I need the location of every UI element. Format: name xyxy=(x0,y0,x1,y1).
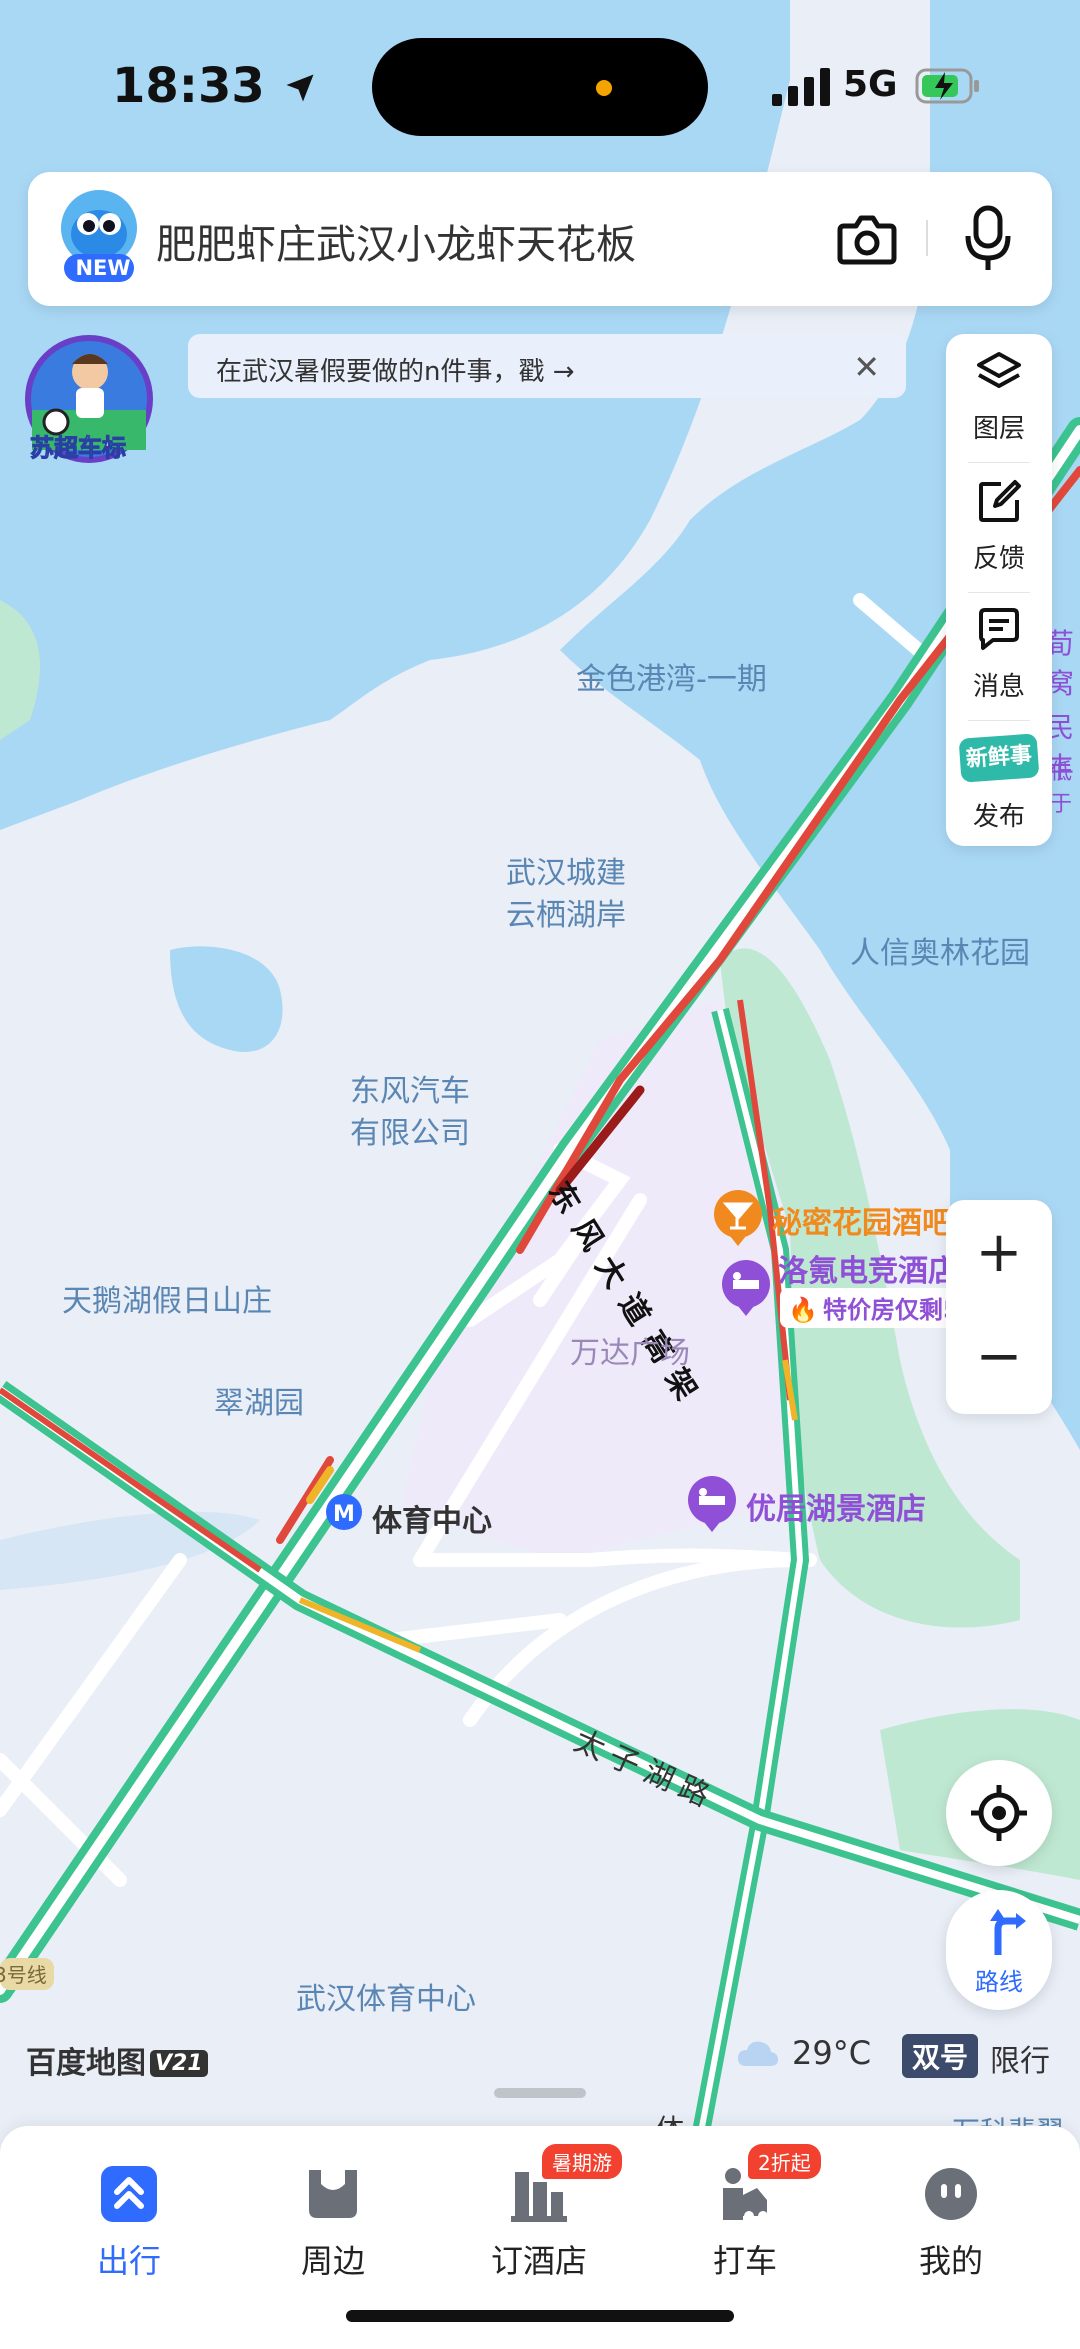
camera-icon[interactable] xyxy=(836,208,898,270)
poi-deal-text: 特价房仅剩5 xyxy=(822,1296,960,1324)
map-brand: 百度地图 V21 xyxy=(26,2038,208,2082)
poi-label-hotel[interactable]: 洛氪电竞酒店 xyxy=(778,1246,958,1290)
home-indicator xyxy=(346,2310,734,2322)
messages-label: 消息 xyxy=(972,672,1025,702)
location-arrow-icon xyxy=(286,74,314,102)
place-label: 东风汽车 xyxy=(350,1074,470,1109)
route-icon xyxy=(990,1909,1026,1955)
profile-icon xyxy=(925,2168,977,2220)
search-input[interactable]: 肥肥虾庄武汉小龙虾天花板 xyxy=(156,212,636,270)
search-bar[interactable]: NEW 肥肥虾庄武汉小龙虾天花板 xyxy=(28,172,1052,306)
feedback-label: 反馈 xyxy=(972,544,1025,574)
route-button[interactable]: 路线 xyxy=(946,1890,1052,2010)
metro-station-icon[interactable]: M xyxy=(326,1494,362,1530)
place-label: 万达广场 xyxy=(570,1336,690,1371)
tab-taxi[interactable]: 2折起 打车 xyxy=(670,2144,821,2286)
sheet-drag-handle[interactable] xyxy=(494,2088,586,2098)
temperature: 29°C xyxy=(792,2034,872,2072)
publish-button[interactable]: 新鲜事 发布 xyxy=(946,722,1052,842)
metro-station-label[interactable]: 体育中心 xyxy=(372,1496,492,1540)
publish-icon: 新鲜事 xyxy=(958,733,1040,783)
map-tools-panel: 图层 反馈 消息 新鲜事 发布 xyxy=(946,334,1052,846)
microphone-icon[interactable] xyxy=(960,204,1016,274)
place-label: 金色港湾-一期 xyxy=(576,662,767,697)
divider xyxy=(926,220,928,256)
brand-name: 百度地图 xyxy=(26,2046,146,2081)
messages-button[interactable]: 消息 xyxy=(946,592,1052,712)
fire-icon: 🔥 xyxy=(788,1296,818,1324)
place-label: 云栖湖岸 xyxy=(506,898,626,933)
poi-label-bar[interactable]: 秘密花园酒吧 xyxy=(772,1198,952,1242)
poi-label-hotel[interactable]: 优居湖景酒店 xyxy=(746,1484,926,1528)
nearby-icon xyxy=(309,2170,357,2218)
place-label: 天鹅湖假日山庄 xyxy=(62,1284,272,1319)
tab-profile[interactable]: 我的 xyxy=(876,2146,1026,2286)
recording-dot xyxy=(596,80,612,96)
divider xyxy=(968,720,1030,721)
new-badge: NEW xyxy=(75,256,131,280)
message-icon xyxy=(979,608,1019,650)
restriction-label: 限行 xyxy=(990,2044,1050,2079)
layers-icon xyxy=(977,352,1021,388)
feedback-button[interactable]: 反馈 xyxy=(946,464,1052,584)
notice-text[interactable]: 在武汉暑假要做的n件事，戳 → xyxy=(216,351,575,388)
place-label: 有限公司 xyxy=(350,1116,470,1151)
tab-nearby[interactable]: 周边 xyxy=(258,2146,408,2286)
dynamic-island xyxy=(372,38,708,136)
tab-hotel[interactable]: 暑期游 订酒店 xyxy=(464,2144,622,2286)
zoom-out-button[interactable]: − xyxy=(946,1324,1052,1389)
plate-restriction-badge: 双号 xyxy=(902,2034,979,2078)
zoom-control: + − xyxy=(946,1200,1052,1414)
place-label: 翠湖园 xyxy=(214,1386,304,1421)
signal-icon xyxy=(772,68,830,106)
tab-hotel-label: 订酒店 xyxy=(490,2242,587,2280)
tab-taxi-badge: 2折起 xyxy=(748,2144,821,2179)
feedback-icon xyxy=(979,480,1021,522)
travel-icon xyxy=(101,2166,157,2222)
battery-charging-icon xyxy=(915,68,979,104)
close-icon[interactable]: ✕ xyxy=(853,348,880,386)
place-label: 武汉体育中心 xyxy=(296,1982,476,2017)
crosshair-icon xyxy=(971,1785,1027,1841)
metro-line-label: 3号线 xyxy=(0,1963,47,1987)
notice-banner[interactable]: 在武汉暑假要做的n件事，戳 → ✕ xyxy=(188,334,906,398)
publish-label: 发布 xyxy=(972,802,1025,832)
svg-text:M: M xyxy=(333,1502,355,1527)
zoom-in-button[interactable]: + xyxy=(946,1220,1052,1285)
status-bar: 18:33 5G xyxy=(0,0,1080,170)
weather-widget[interactable]: 29°C 双号 限行 xyxy=(736,2032,1056,2079)
layers-button[interactable]: 图层 xyxy=(946,334,1052,454)
place-label: 人信奥林花园 xyxy=(850,936,1030,971)
tab-travel[interactable]: 出行 xyxy=(54,2146,204,2286)
status-time: 18:33 xyxy=(112,58,318,114)
tab-profile-label: 我的 xyxy=(918,2242,983,2280)
place-label-edge: 低于 xyxy=(1050,760,1073,817)
tab-hotel-badge: 暑期游 xyxy=(542,2144,622,2179)
network-type: 5G xyxy=(843,64,898,105)
route-label: 路线 xyxy=(975,1968,1023,1996)
brand-version: V21 xyxy=(150,2050,208,2077)
divider xyxy=(968,462,1030,463)
status-time-text: 18:33 xyxy=(112,58,265,114)
tab-travel-label: 出行 xyxy=(96,2242,161,2280)
promo-label[interactable]: 苏超车标 xyxy=(30,428,127,463)
place-label: 武汉城建 xyxy=(506,856,626,891)
poi-deal-tag[interactable]: 🔥 特价房仅剩5 xyxy=(780,1288,968,1328)
tab-nearby-label: 周边 xyxy=(300,2242,365,2280)
locate-button[interactable] xyxy=(946,1760,1052,1866)
tab-taxi-label: 打车 xyxy=(712,2242,777,2280)
layers-label: 图层 xyxy=(972,414,1025,444)
cloud-icon xyxy=(738,2041,778,2066)
